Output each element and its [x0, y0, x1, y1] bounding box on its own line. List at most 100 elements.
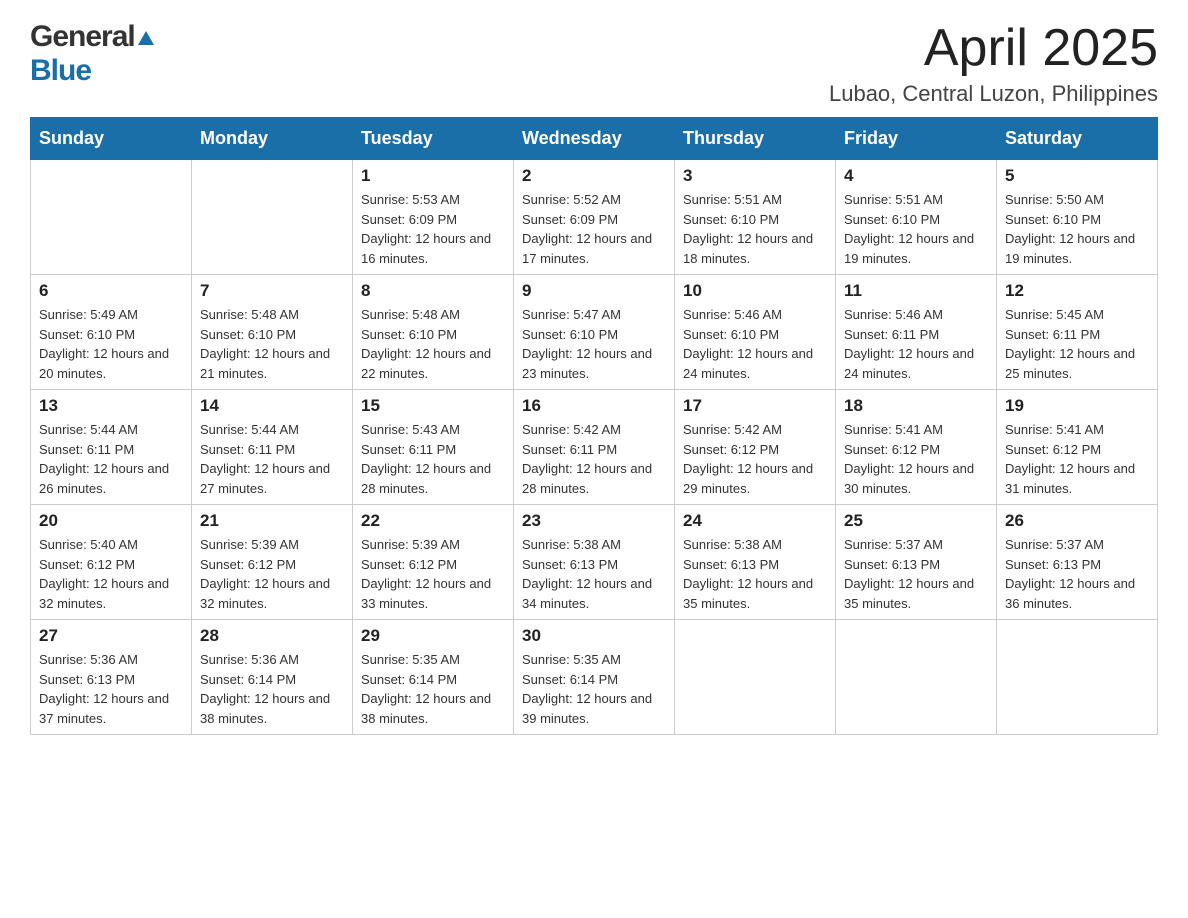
day-number: 18: [844, 396, 988, 416]
calendar-cell: 12Sunrise: 5:45 AM Sunset: 6:11 PM Dayli…: [997, 275, 1158, 390]
calendar-cell: 19 Sunrise: 5:41 AM Sunset: 6:12 PM Dayli…: [997, 390, 1158, 505]
calendar-cell: [192, 160, 353, 275]
day-number: 27: [39, 626, 183, 646]
day-info: Sunrise: 5:35 AM Sunset: 6:14 PM Dayligh…: [522, 650, 666, 728]
day-number: 5: [1005, 166, 1149, 186]
day-number: 2: [522, 166, 666, 186]
day-info: Sunrise: 5:52 AM Sunset: 6:09 PM Dayligh…: [522, 190, 666, 268]
weekday-header-tuesday: Tuesday: [353, 118, 514, 160]
calendar-cell: 22 Sunrise: 5:39 AM Sunset: 6:12 PM Dayli…: [353, 505, 514, 620]
calendar-cell: 7Sunrise: 5:48 AM Sunset: 6:10 PM Daylig…: [192, 275, 353, 390]
day-number: 8: [361, 281, 505, 301]
day-info: Sunrise: 5:37 AM Sunset: 6:13 PM Dayligh…: [844, 535, 988, 613]
calendar-cell: 4 Sunrise: 5:51 AM Sunset: 6:10 PM Daylig…: [836, 160, 997, 275]
day-number: 15: [361, 396, 505, 416]
day-info: Sunrise: 5:51 AM Sunset: 6:10 PM Dayligh…: [683, 190, 827, 268]
calendar-cell: [836, 620, 997, 735]
day-info: Sunrise: 5:44 AM Sunset: 6:11 PM Dayligh…: [200, 420, 344, 498]
weekday-header-saturday: Saturday: [997, 118, 1158, 160]
day-number: 1: [361, 166, 505, 186]
page-header: General Blue April 2025 Lubao, Central L…: [30, 20, 1158, 107]
day-number: 16: [522, 396, 666, 416]
day-info: Sunrise: 5:36 AM Sunset: 6:13 PM Dayligh…: [39, 650, 183, 728]
day-number: 26: [1005, 511, 1149, 531]
day-info: Sunrise: 5:45 AM Sunset: 6:11 PM Dayligh…: [1005, 305, 1149, 383]
calendar-cell: [997, 620, 1158, 735]
calendar-cell: 2 Sunrise: 5:52 AM Sunset: 6:09 PM Daylig…: [514, 160, 675, 275]
calendar-cell: 20 Sunrise: 5:40 AM Sunset: 6:12 PM Dayli…: [31, 505, 192, 620]
day-number: 20: [39, 511, 183, 531]
day-number: 22: [361, 511, 505, 531]
calendar-cell: 1 Sunrise: 5:53 AM Sunset: 6:09 PM Daylig…: [353, 160, 514, 275]
title-section: April 2025 Lubao, Central Luzon, Philipp…: [829, 20, 1158, 107]
day-number: 29: [361, 626, 505, 646]
calendar-cell: 30Sunrise: 5:35 AM Sunset: 6:14 PM Dayli…: [514, 620, 675, 735]
day-number: 7: [200, 281, 344, 301]
calendar-cell: 11Sunrise: 5:46 AM Sunset: 6:11 PM Dayli…: [836, 275, 997, 390]
day-number: 9: [522, 281, 666, 301]
calendar-cell: 9 Sunrise: 5:47 AM Sunset: 6:10 PM Daylig…: [514, 275, 675, 390]
day-number: 11: [844, 281, 988, 301]
day-info: Sunrise: 5:42 AM Sunset: 6:12 PM Dayligh…: [683, 420, 827, 498]
calendar-cell: 23Sunrise: 5:38 AM Sunset: 6:13 PM Dayli…: [514, 505, 675, 620]
calendar-cell: 15Sunrise: 5:43 AM Sunset: 6:11 PM Dayli…: [353, 390, 514, 505]
calendar-cell: 28Sunrise: 5:36 AM Sunset: 6:14 PM Dayli…: [192, 620, 353, 735]
calendar-cell: [31, 160, 192, 275]
day-info: Sunrise: 5:39 AM Sunset: 6:12 PM Dayligh…: [200, 535, 344, 613]
day-info: Sunrise: 5:47 AM Sunset: 6:10 PM Dayligh…: [522, 305, 666, 383]
calendar-cell: 10Sunrise: 5:46 AM Sunset: 6:10 PM Dayli…: [675, 275, 836, 390]
day-number: 3: [683, 166, 827, 186]
day-number: 6: [39, 281, 183, 301]
logo: General Blue: [30, 20, 155, 88]
calendar-cell: 18Sunrise: 5:41 AM Sunset: 6:12 PM Dayli…: [836, 390, 997, 505]
day-info: Sunrise: 5:37 AM Sunset: 6:13 PM Dayligh…: [1005, 535, 1149, 613]
calendar-cell: 6 Sunrise: 5:49 AM Sunset: 6:10 PM Daylig…: [31, 275, 192, 390]
day-number: 17: [683, 396, 827, 416]
weekday-header-friday: Friday: [836, 118, 997, 160]
calendar-cell: [675, 620, 836, 735]
day-number: 21: [200, 511, 344, 531]
day-info: Sunrise: 5:53 AM Sunset: 6:09 PM Dayligh…: [361, 190, 505, 268]
logo-general: General: [30, 20, 135, 54]
week-row-1: 1 Sunrise: 5:53 AM Sunset: 6:09 PM Daylig…: [31, 160, 1158, 275]
day-number: 14: [200, 396, 344, 416]
week-row-5: 27 Sunrise: 5:36 AM Sunset: 6:13 PM Dayli…: [31, 620, 1158, 735]
day-info: Sunrise: 5:50 AM Sunset: 6:10 PM Dayligh…: [1005, 190, 1149, 268]
day-info: Sunrise: 5:38 AM Sunset: 6:13 PM Dayligh…: [683, 535, 827, 613]
calendar-table: SundayMondayTuesdayWednesdayThursdayFrid…: [30, 117, 1158, 735]
logo-arrow-icon: [138, 20, 154, 54]
month-title: April 2025: [829, 20, 1158, 77]
calendar-cell: 5 Sunrise: 5:50 AM Sunset: 6:10 PM Daylig…: [997, 160, 1158, 275]
calendar-cell: 3 Sunrise: 5:51 AM Sunset: 6:10 PM Daylig…: [675, 160, 836, 275]
calendar-cell: 26 Sunrise: 5:37 AM Sunset: 6:13 PM Dayli…: [997, 505, 1158, 620]
day-info: Sunrise: 5:35 AM Sunset: 6:14 PM Dayligh…: [361, 650, 505, 728]
day-number: 25: [844, 511, 988, 531]
day-info: Sunrise: 5:49 AM Sunset: 6:10 PM Dayligh…: [39, 305, 183, 383]
weekday-header-wednesday: Wednesday: [514, 118, 675, 160]
weekday-header-monday: Monday: [192, 118, 353, 160]
day-number: 24: [683, 511, 827, 531]
day-number: 23: [522, 511, 666, 531]
calendar-cell: 27 Sunrise: 5:36 AM Sunset: 6:13 PM Dayli…: [31, 620, 192, 735]
day-number: 10: [683, 281, 827, 301]
calendar-cell: 13Sunrise: 5:44 AM Sunset: 6:11 PM Dayli…: [31, 390, 192, 505]
day-info: Sunrise: 5:39 AM Sunset: 6:12 PM Dayligh…: [361, 535, 505, 613]
calendar-cell: 21 Sunrise: 5:39 AM Sunset: 6:12 PM Dayli…: [192, 505, 353, 620]
day-info: Sunrise: 5:48 AM Sunset: 6:10 PM Dayligh…: [361, 305, 505, 383]
day-info: Sunrise: 5:40 AM Sunset: 6:12 PM Dayligh…: [39, 535, 183, 613]
week-row-4: 20 Sunrise: 5:40 AM Sunset: 6:12 PM Dayli…: [31, 505, 1158, 620]
day-number: 28: [200, 626, 344, 646]
calendar-cell: 16Sunrise: 5:42 AM Sunset: 6:11 PM Dayli…: [514, 390, 675, 505]
weekday-header-thursday: Thursday: [675, 118, 836, 160]
day-info: Sunrise: 5:41 AM Sunset: 6:12 PM Dayligh…: [1005, 420, 1149, 498]
calendar-cell: 29 Sunrise: 5:35 AM Sunset: 6:14 PM Dayli…: [353, 620, 514, 735]
day-info: Sunrise: 5:44 AM Sunset: 6:11 PM Dayligh…: [39, 420, 183, 498]
calendar-cell: 8 Sunrise: 5:48 AM Sunset: 6:10 PM Daylig…: [353, 275, 514, 390]
day-number: 19: [1005, 396, 1149, 416]
location-title: Lubao, Central Luzon, Philippines: [829, 81, 1158, 107]
weekday-header-row: SundayMondayTuesdayWednesdayThursdayFrid…: [31, 118, 1158, 160]
day-info: Sunrise: 5:51 AM Sunset: 6:10 PM Dayligh…: [844, 190, 988, 268]
weekday-header-sunday: Sunday: [31, 118, 192, 160]
day-number: 4: [844, 166, 988, 186]
calendar-cell: 25 Sunrise: 5:37 AM Sunset: 6:13 PM Dayli…: [836, 505, 997, 620]
